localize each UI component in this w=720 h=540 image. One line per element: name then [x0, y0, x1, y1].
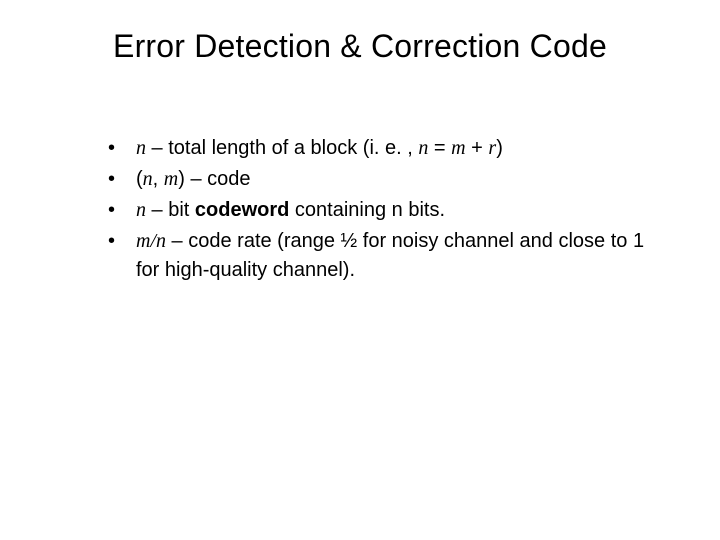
var-n: n — [136, 137, 146, 159]
list-item: • n – bit codeword containing n bits. — [108, 196, 660, 225]
var-m: m — [451, 137, 465, 159]
text: – code rate (range ½ for noisy channel a… — [136, 230, 644, 281]
bullet-dot: • — [108, 134, 136, 163]
bullet-dot: • — [108, 165, 136, 194]
bullet-dot: • — [108, 227, 136, 256]
text: ( — [136, 168, 143, 190]
text: ) — [496, 137, 503, 159]
text: ) – code — [178, 168, 250, 190]
text: containing n bits. — [289, 199, 445, 221]
list-item: • (n, m) – code — [108, 165, 660, 194]
var-n: n — [136, 199, 146, 221]
var-n: n — [418, 137, 428, 159]
slide: Error Detection & Correction Code • n – … — [0, 0, 720, 540]
list-item: • n – total length of a block (i. e. , n… — [108, 134, 660, 163]
text: – total length of a block (i. e. , — [146, 137, 418, 159]
bullet-list: • n – total length of a block (i. e. , n… — [108, 134, 660, 287]
var-mn: m/n — [136, 230, 166, 252]
bullet-text: n – total length of a block (i. e. , n =… — [136, 134, 660, 163]
bullet-text: m/n – code rate (range ½ for noisy chann… — [136, 227, 660, 285]
slide-title: Error Detection & Correction Code — [0, 28, 720, 65]
text: , — [153, 168, 164, 190]
text: – bit — [146, 199, 195, 221]
text: = — [428, 137, 451, 159]
bullet-dot: • — [108, 196, 136, 225]
bullet-text: n – bit codeword containing n bits. — [136, 196, 660, 225]
var-n: n — [143, 168, 153, 190]
text: + — [466, 137, 489, 159]
var-m: m — [164, 168, 178, 190]
list-item: • m/n – code rate (range ½ for noisy cha… — [108, 227, 660, 285]
bullet-text: (n, m) – code — [136, 165, 660, 194]
bold-codeword: codeword — [195, 199, 289, 221]
